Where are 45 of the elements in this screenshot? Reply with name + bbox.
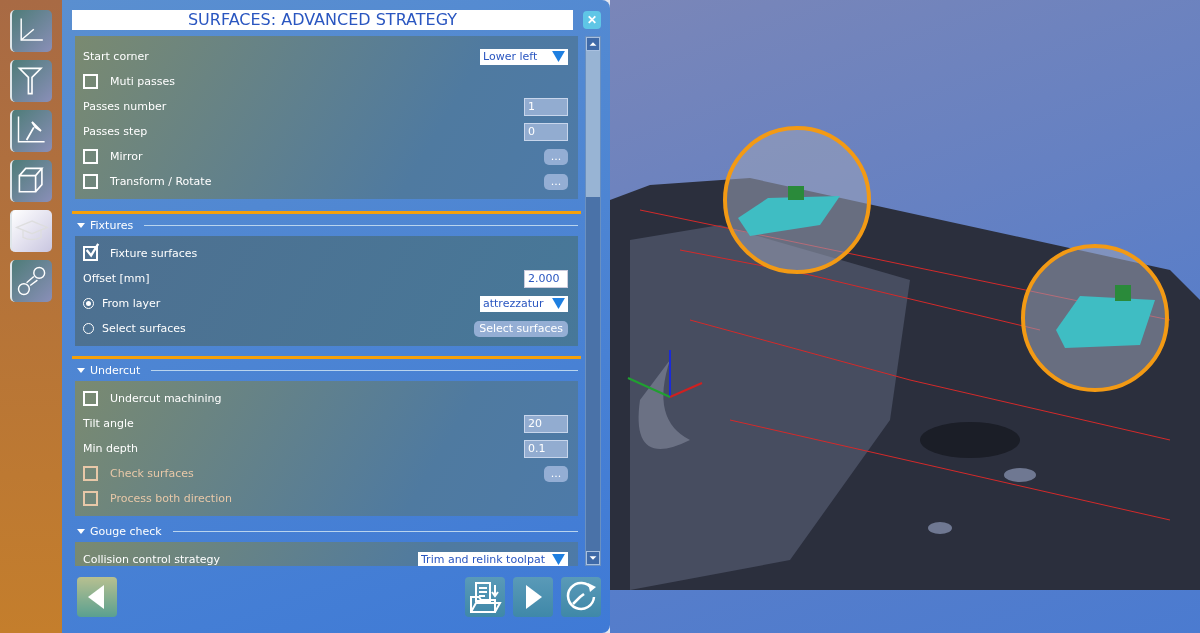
section-title[interactable]: Undercut <box>90 363 141 377</box>
scroll-up-icon[interactable] <box>586 37 600 51</box>
field-label: Mirror <box>110 150 143 163</box>
scrollbar[interactable] <box>585 36 601 566</box>
section-title[interactable]: Fixtures <box>90 218 134 232</box>
collapse-triangle-icon[interactable] <box>77 367 85 373</box>
toolbar-button[interactable] <box>10 260 52 302</box>
axis-triad-icon <box>627 349 703 398</box>
dropdown-arrow-icon <box>552 51 565 62</box>
collapse-triangle-icon[interactable] <box>77 222 85 228</box>
field-label: Start corner <box>83 50 149 63</box>
dropdown-arrow-icon <box>552 554 565 565</box>
field-label: Undercut machining <box>110 392 222 405</box>
dropdown-arrow-icon <box>552 298 565 309</box>
field-label: Tilt angle <box>83 417 134 430</box>
field-label: Collision control strategy <box>83 553 221 566</box>
number-field[interactable]: 2.000 <box>524 269 568 288</box>
field-label: Passes number <box>83 100 167 113</box>
field-label: Passes step <box>83 125 148 138</box>
field-label: Offset [mm] <box>83 272 150 285</box>
collapse-triangle-icon[interactable] <box>77 528 85 534</box>
close-button[interactable]: ✕ <box>583 11 601 29</box>
section-title[interactable]: Gouge check <box>90 524 162 538</box>
dropdown[interactable]: attrezzatur <box>480 295 568 312</box>
field-label: Select surfaces <box>102 322 186 335</box>
toolbar-button[interactable] <box>10 60 52 102</box>
field-label: Min depth <box>83 442 139 455</box>
field-label: Transform / Rotate <box>110 175 212 188</box>
next-button[interactable] <box>513 577 553 617</box>
dropdown[interactable]: Lower left <box>480 48 568 65</box>
recalculate-button[interactable] <box>561 577 601 617</box>
field-label: Muti passes <box>110 75 175 88</box>
field-label: Check surfaces <box>110 467 194 480</box>
scroll-thumb[interactable] <box>586 51 600 197</box>
field-label: Fixture surfaces <box>110 247 198 260</box>
export-button[interactable] <box>465 577 505 617</box>
dialog-title: SURFACES: ADVANCED STRATEGY <box>72 10 573 30</box>
dropdown[interactable]: Trim and relink toolpat <box>418 551 568 566</box>
toolbar-button[interactable] <box>10 10 52 52</box>
toolbar-button[interactable] <box>10 110 52 152</box>
field-label: From layer <box>102 297 161 310</box>
field-label: Process both direction <box>110 492 232 505</box>
toolbar-button[interactable] <box>10 160 52 202</box>
scroll-down-icon[interactable] <box>586 551 600 565</box>
back-button[interactable] <box>77 577 117 617</box>
